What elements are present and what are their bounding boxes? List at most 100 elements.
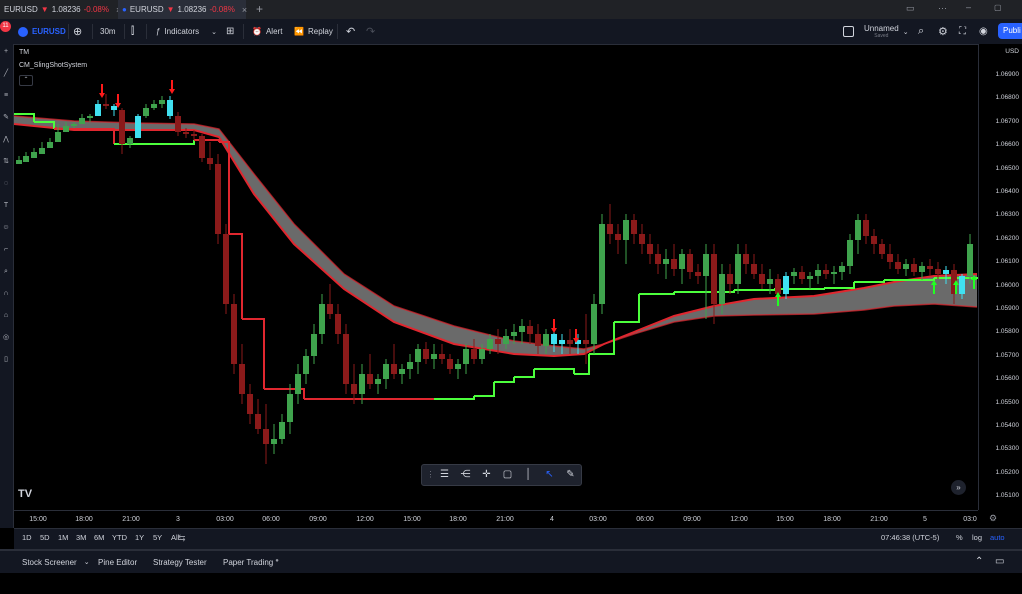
candle-body (719, 274, 725, 304)
scroll-to-realtime-button[interactable]: » (951, 480, 966, 495)
interval-button[interactable]: 30m (100, 19, 116, 44)
publish-button[interactable]: Publi (998, 23, 1022, 39)
bottom-edge (0, 573, 1022, 594)
maximize-panel-icon[interactable]: ▭ (995, 556, 1004, 567)
range-bar: 1D 5D 1M 3M 6M YTD 1Y 5Y All ⇆ 07:46:38 (UTC-5) … (14, 528, 1022, 549)
pencil-icon[interactable]: ✎ (564, 468, 577, 481)
range-5y-button[interactable]: 5Y (153, 533, 162, 542)
ray-lines-icon[interactable]: ⋲ (459, 468, 472, 481)
candle-body (271, 439, 277, 444)
range-1d-button[interactable]: 1D (22, 533, 32, 542)
fib-icon[interactable]: ≡ (2, 92, 10, 100)
close-icon[interactable]: × (242, 5, 247, 15)
shapes-icon[interactable]: ◌ (2, 180, 10, 188)
chevron-down-icon: ⌄ (902, 28, 909, 36)
forecast-icon[interactable]: ⇅ (2, 158, 10, 166)
candle-body (487, 339, 493, 349)
magnet-icon[interactable]: ∩ (2, 290, 10, 298)
range-6m-button[interactable]: 6M (94, 533, 104, 542)
tab-strategy-tester[interactable]: Strategy Tester (153, 558, 207, 567)
percent-toggle[interactable]: % (956, 533, 963, 542)
time-axis[interactable]: 15:00 18:00 21:00 3 03:00 06:00 09:00 12:00 15:0… (14, 510, 978, 529)
candle-body (783, 276, 789, 294)
range-1y-button[interactable]: 1Y (135, 533, 144, 542)
lock-icon[interactable]: ⌂ (2, 312, 10, 320)
candle-body (831, 272, 837, 274)
replay-button[interactable]: ⏪ Replay (294, 19, 333, 44)
chart-pane[interactable]: TM CM_SlingShotSystem ⌃ TV » (14, 44, 978, 510)
range-1m-button[interactable]: 1M (58, 533, 68, 542)
more-icon[interactable]: ··· (938, 3, 947, 13)
auto-toggle[interactable]: auto (990, 533, 1005, 542)
clock[interactable]: 07:46:38 (UTC-5) (881, 533, 939, 542)
tab-pine-editor[interactable]: Pine Editor (98, 558, 137, 567)
gear-icon[interactable]: ⚙ (938, 19, 948, 44)
currency-label[interactable]: USD (1005, 48, 1019, 55)
price-scale[interactable]: USD 1.06900 1.06800 1.06700 1.06600 1.06500 1… (978, 44, 1022, 510)
candles-icon[interactable]: ⫿ (131, 19, 134, 44)
notification-badge[interactable]: 11 (0, 21, 11, 32)
indicator-legend[interactable]: CM_SlingShotSystem (19, 62, 87, 69)
candle-body (207, 158, 213, 164)
horizontal-lines-icon[interactable]: ☰ (438, 468, 451, 481)
alert-button[interactable]: ⏰ Alert (252, 19, 282, 44)
collapse-legend-button[interactable]: ⌃ (19, 75, 33, 86)
tab-price: 1.08236 (177, 5, 207, 14)
text-icon[interactable]: T (2, 202, 10, 210)
settings-gear-icon[interactable]: ⚙ (989, 513, 997, 524)
undo-icon[interactable]: ↶ (346, 19, 355, 44)
candle-body (471, 349, 477, 359)
fullscreen-icon[interactable]: ⛶ (959, 19, 966, 44)
pattern-icon[interactable]: ⋀ (2, 136, 10, 144)
camera-icon[interactable]: ◉ (979, 19, 988, 44)
redo-icon[interactable]: ↷ (366, 19, 375, 44)
crosshair-icon[interactable]: ✛ (480, 468, 493, 481)
drag-handle-icon[interactable]: ⋮ (424, 468, 437, 481)
candle-body (703, 254, 709, 276)
vertical-line-icon[interactable]: │ (522, 468, 535, 481)
candle-body (847, 240, 853, 266)
zoom-icon[interactable]: ⌕ (2, 268, 10, 276)
range-5d-button[interactable]: 5D (40, 533, 50, 542)
maximize-icon[interactable]: ▢ (994, 3, 1002, 12)
price-label: 1.06500 (995, 164, 1020, 172)
symbol-search[interactable]: EURUSD (18, 19, 66, 44)
brush-icon[interactable]: ✎ (2, 114, 10, 122)
search-icon[interactable]: ⌕ (918, 19, 924, 44)
compare-add-icon[interactable]: ⊕ (73, 19, 82, 44)
ruler-icon[interactable]: ⌐ (2, 246, 10, 254)
minimize-icon[interactable]: – (966, 2, 971, 12)
candle-body (567, 340, 573, 344)
candle-body (407, 362, 413, 369)
time-label: 06:00 (636, 516, 654, 523)
candle-body (103, 104, 109, 106)
date-range-icon[interactable]: ⇆ (178, 533, 186, 544)
tab-stock-screener[interactable]: Stock Screener ⌄ (22, 558, 90, 567)
new-tab-button[interactable]: + (256, 2, 263, 16)
indicators-button[interactable]: ƒ Indicators ⌄ (156, 19, 217, 44)
browser-tab-1[interactable]: EURUSD ▼ 1.08236 -0.08% × (0, 0, 121, 19)
candle-body (343, 334, 349, 384)
crosshair-icon[interactable]: + (2, 48, 10, 56)
time-label: 06:00 (262, 516, 280, 523)
log-toggle[interactable]: log (972, 533, 982, 542)
icons-icon[interactable]: ☺ (2, 224, 10, 232)
candle-body (167, 100, 173, 116)
range-3m-button[interactable]: 3M (76, 533, 86, 542)
range-ytd-button[interactable]: YTD (112, 533, 127, 542)
eye-icon[interactable]: ◎ (2, 334, 10, 342)
trend-line-icon[interactable]: ╱ (2, 70, 10, 78)
collapse-panel-icon[interactable]: ⌃ (975, 556, 983, 567)
browser-tab-2[interactable]: ● EURUSD ▼ 1.08236 -0.08% × (118, 0, 247, 19)
tab-layout-icon[interactable]: ▭ (906, 3, 915, 14)
cursor-icon[interactable]: ↖ (543, 468, 556, 481)
rectangle-icon[interactable]: ▢ (501, 468, 514, 481)
trash-icon[interactable]: ▯ (2, 356, 10, 364)
templates-icon[interactable]: ⊞ (226, 19, 234, 44)
price-chart[interactable] (14, 44, 978, 510)
symbol-name: EURUSD (32, 27, 66, 36)
layout-menu[interactable]: Unnamed Saved ⌄ (843, 19, 909, 44)
tab-paper-trading[interactable]: Paper Trading ● (223, 558, 279, 567)
tab-change: -0.08% (209, 5, 235, 14)
replay-icon: ⏪ (294, 27, 304, 36)
